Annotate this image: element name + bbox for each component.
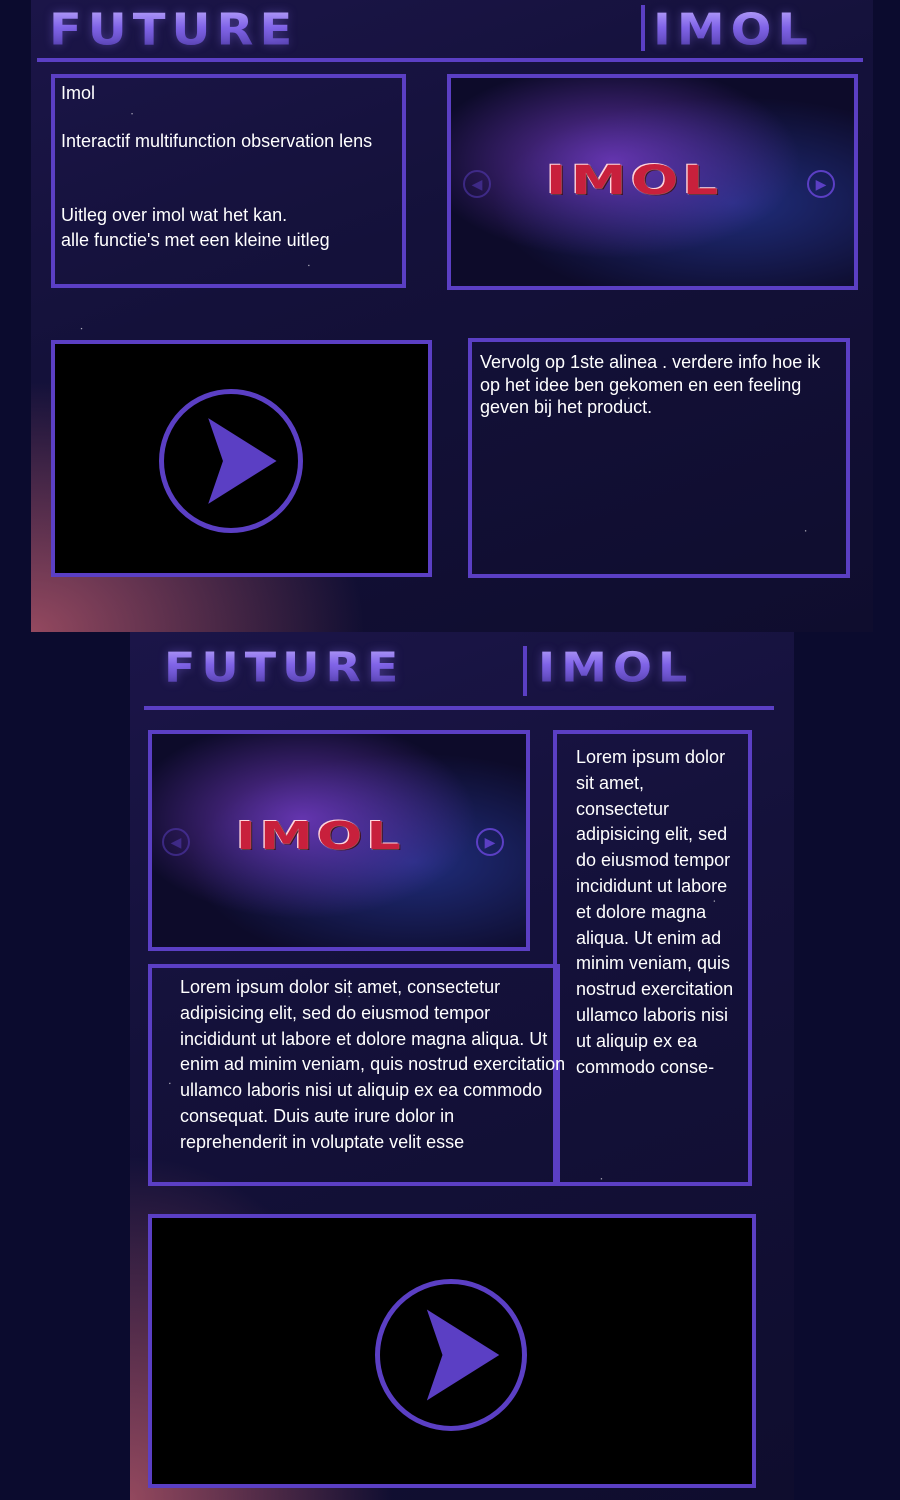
play-icon[interactable] [375, 1279, 527, 1431]
play-icon[interactable] [159, 389, 303, 533]
play-icon-shape [426, 1309, 500, 1401]
logo-future: FUTURE [164, 642, 405, 692]
chevron-right-icon[interactable]: ▶ [807, 170, 835, 198]
body-text: Lorem ipsum dolor sit amet, consectetur … [180, 977, 566, 1152]
layout-desktop: FUTURE IMOL Imol Interactif multifunctio… [31, 0, 873, 632]
column-text: Lorem ipsum dolor sit amet, consectetur … [576, 747, 734, 1077]
logo-imol: IMOL [538, 642, 694, 692]
image-slider[interactable]: ◀ IMOL ▶ [447, 74, 858, 290]
chevron-left-icon[interactable]: ◀ [463, 170, 491, 198]
chevron-right-icon[interactable]: ▶ [476, 828, 504, 856]
play-icon-shape [208, 418, 277, 504]
logo-imol: IMOL [653, 4, 815, 56]
slider-brand-logo: IMOL [545, 158, 723, 204]
body-text-box: Lorem ipsum dolor sit amet, consectetur … [148, 964, 565, 1186]
intro-line: Uitleg over imol wat het kan. [61, 205, 288, 225]
image-slider[interactable]: ◀ IMOL ▶ [148, 730, 530, 951]
intro-title: Imol [61, 83, 96, 103]
video-player[interactable] [148, 1214, 756, 1488]
info-text: Vervolg op 1ste alinea . verdere info ho… [480, 352, 821, 418]
intro-box: Imol Interactif multifunction observatio… [51, 74, 406, 288]
logo-separator [641, 5, 645, 51]
chevron-left-icon[interactable]: ◀ [162, 828, 190, 856]
layout-mobile: FUTURE IMOL ◀ IMOL ▶ Lorem ipsum dolor s… [130, 632, 794, 1500]
intro-line: alle functie's met een kleine uitleg [61, 230, 330, 250]
text-column-box: Lorem ipsum dolor sit amet, consectetur … [553, 730, 752, 1186]
slider-brand-logo: IMOL [235, 814, 405, 858]
logo-separator [523, 646, 527, 696]
info-box: Vervolg op 1ste alinea . verdere info ho… [468, 338, 850, 578]
logo-future: FUTURE [49, 4, 299, 56]
header-divider [144, 706, 774, 710]
video-player[interactable] [51, 340, 432, 577]
header-divider [37, 58, 863, 62]
intro-subtitle: Interactif multifunction observation len… [61, 131, 373, 151]
